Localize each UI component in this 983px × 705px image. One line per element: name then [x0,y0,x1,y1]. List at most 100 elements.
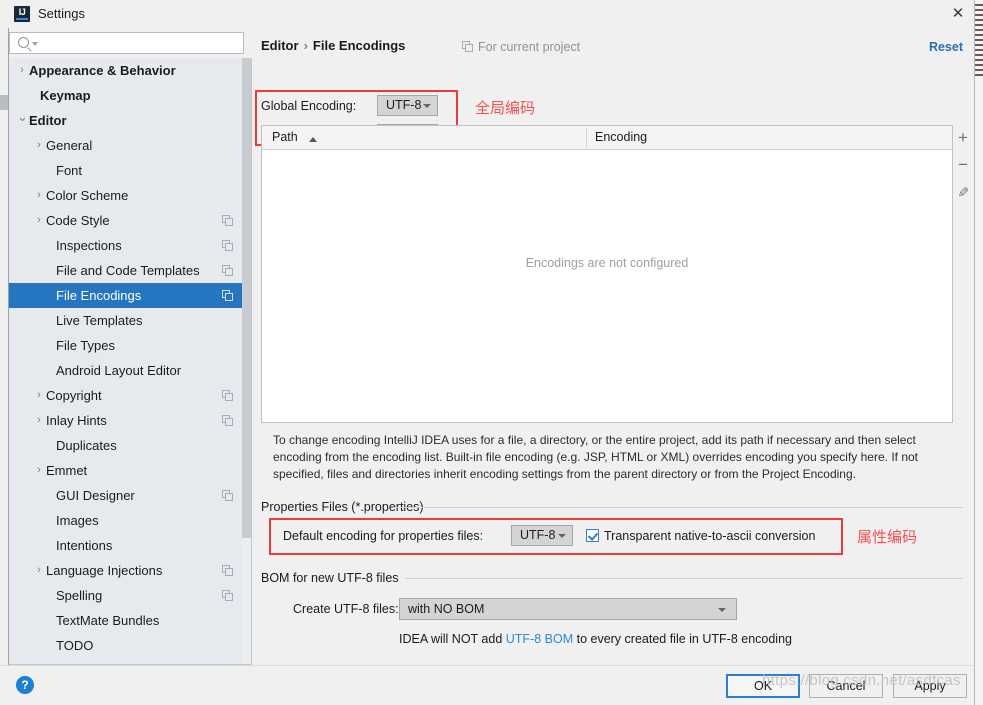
breadcrumb-leaf: File Encodings [312,38,406,53]
sidebar-item-emmet[interactable]: › Emmet [9,458,242,483]
properties-section-rule [393,507,963,508]
sidebar-item-label: Font [56,163,83,178]
sidebar-item-label: Intentions [56,538,113,553]
copy-settings-icon [222,590,233,601]
sidebar-item-label: File and Code Templates [56,263,200,278]
watermark: https://blog.csdn.net/asdfcas [762,672,961,689]
breadcrumb-root[interactable]: Editor [261,38,299,53]
chevron-right-icon[interactable]: › [17,58,27,83]
sidebar-item-label: General [46,138,93,153]
settings-dialog: IJ Settings ✕ › Appearance & Behavior Keym… [0,0,983,705]
default-properties-encoding-dropdown[interactable]: UTF-8 [511,525,573,546]
column-divider[interactable] [586,128,587,148]
sidebar-item-appearance-behavior[interactable]: › Appearance & Behavior [9,58,242,83]
remove-encoding-button[interactable]: − [953,155,973,175]
bom-hint-prefix: IDEA will NOT add [399,632,506,646]
sidebar-item-label: File Types [56,338,116,353]
help-icon[interactable]: ? [16,676,34,694]
sidebar-item-label: Inlay Hints [46,413,107,428]
sidebar-item-gui-designer[interactable]: GUI Designer [9,483,242,508]
sidebar-item-label: Editor [29,113,67,128]
sidebar-item-file-encodings[interactable]: File Encodings [9,283,242,308]
properties-annotation: 属性编码 [857,528,918,546]
table-empty-message: Encodings are not configured [525,256,689,270]
chevron-right-icon[interactable]: › [34,183,44,208]
sidebar-item-file-and-code-templates[interactable]: File and Code Templates [9,258,242,283]
copy-settings-icon [222,490,233,501]
chevron-down-icon[interactable] [32,42,38,46]
sidebar-item-label: Android Layout Editor [56,363,182,378]
sidebar-item-code-style[interactable]: › Code Style [9,208,242,233]
sidebar-item-textmate-bundles[interactable]: TextMate Bundles [9,608,242,633]
sidebar-item-label: File Encodings [56,288,142,303]
sidebar-scrollbar-thumb[interactable] [242,58,251,538]
global-encoding-annotation: 全局编码 [475,99,536,117]
dialog-left-edge [0,28,9,665]
search-field[interactable] [9,32,244,54]
sort-ascending-icon [309,137,317,142]
sidebar-item-keymap[interactable]: Keymap [9,83,242,108]
sidebar-item-inlay-hints[interactable]: › Inlay Hints [9,408,242,433]
sidebar-scrollbar[interactable] [242,58,251,665]
reset-link[interactable]: Reset [929,40,963,54]
sidebar-item-todo[interactable]: TODO [9,633,242,658]
chevron-right-icon[interactable]: › [34,558,44,583]
sidebar-item-duplicates[interactable]: Duplicates [9,433,242,458]
copy-settings-icon [222,290,233,301]
chevron-right-icon[interactable]: › [34,408,44,433]
settings-sidebar[interactable]: › Appearance & Behavior Keymap ⌄ Editor › Gene… [9,58,252,665]
sidebar-item-label: Inspections [56,238,122,253]
sidebar-item-label: Color Scheme [46,188,129,203]
sidebar-item-general[interactable]: › General [9,133,242,158]
sidebar-item-spelling[interactable]: Spelling [9,583,242,608]
sidebar-item-editor[interactable]: ⌄ Editor [9,108,242,133]
chevron-right-icon[interactable]: › [34,133,44,158]
add-encoding-button[interactable]: + [953,128,973,148]
copy-settings-icon [222,390,233,401]
edit-encoding-button[interactable]: ✎ [953,182,973,202]
transparent-native-to-ascii-checkbox[interactable] [586,529,599,542]
copy-settings-icon [222,565,233,576]
sidebar-item-android-layout-editor[interactable]: Android Layout Editor [9,358,242,383]
settings-tree[interactable]: › Appearance & Behavior Keymap ⌄ Editor › Gene… [9,58,242,658]
column-header-encoding[interactable]: Encoding [595,130,647,144]
default-properties-encoding-value: UTF-8 [520,528,556,542]
chevron-down-icon[interactable]: ⌄ [17,108,28,133]
chevron-right-icon[interactable]: › [34,208,44,233]
sidebar-item-label: TODO [56,638,94,653]
scope-label-text: For current project [478,40,581,54]
intellij-idea-logo-icon: IJ [14,6,30,22]
sidebar-item-label: Emmet [46,463,88,478]
table-toolbar: + − ✎ [953,125,973,423]
sidebar-item-language-injections[interactable]: › Language Injections [9,558,242,583]
sidebar-item-images[interactable]: Images [9,508,242,533]
encodings-table[interactable]: Path Encoding Encodings are not configur… [261,125,953,423]
background-window-edge [974,0,983,705]
create-utf8-files-dropdown[interactable]: with NO BOM [399,598,737,620]
bom-hint-suffix: to every created file in UTF-8 encoding [573,632,792,646]
search-input[interactable] [42,35,238,52]
transparent-native-to-ascii-label: Transparent native-to-ascii conversion [604,529,816,543]
sidebar-item-label: Duplicates [56,438,117,453]
sidebar-item-live-templates[interactable]: Live Templates [9,308,242,333]
sidebar-item-label: Language Injections [46,563,163,578]
sidebar-item-label: Copyright [46,388,102,403]
close-icon[interactable]: ✕ [947,4,969,24]
sidebar-item-inspections[interactable]: Inspections [9,233,242,258]
chevron-right-icon[interactable]: › [34,383,44,408]
description-text: To change encoding IntelliJ IDEA uses fo… [273,433,918,481]
sidebar-item-label: TextMate Bundles [56,613,160,628]
chevron-down-icon [718,608,726,612]
copy-settings-icon [222,240,233,251]
bom-hint-link[interactable]: UTF-8 BOM [506,632,573,646]
sidebar-item-file-types[interactable]: File Types [9,333,242,358]
bom-section-title: BOM for new UTF-8 files [261,571,399,585]
chevron-right-icon[interactable]: › [34,458,44,483]
sidebar-item-color-scheme[interactable]: › Color Scheme [9,183,242,208]
create-utf8-files-value: with NO BOM [408,602,485,616]
sidebar-item-copyright[interactable]: › Copyright [9,383,242,408]
sidebar-item-intentions[interactable]: Intentions [9,533,242,558]
column-header-path[interactable]: Path [272,130,298,144]
sidebar-item-font[interactable]: Font [9,158,242,183]
splitter-handle[interactable] [0,95,8,110]
